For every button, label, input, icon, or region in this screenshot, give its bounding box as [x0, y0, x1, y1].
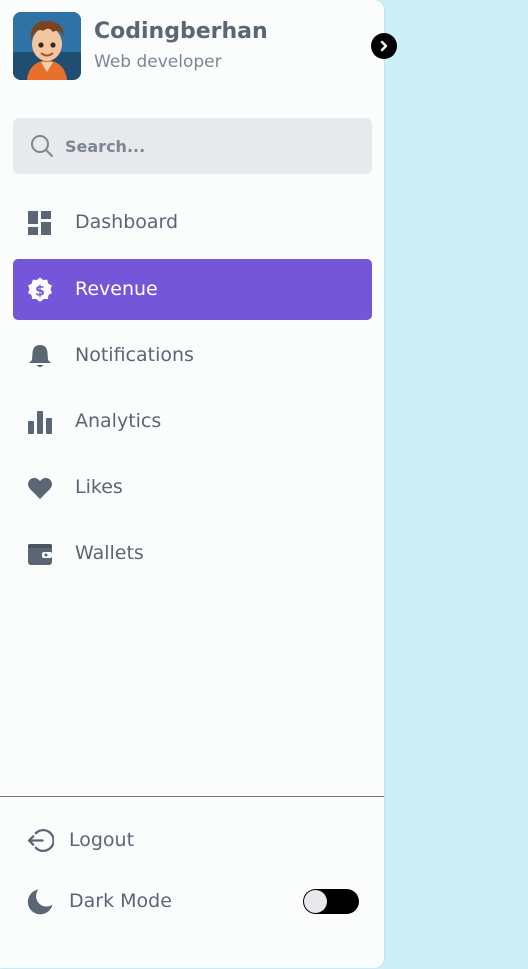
sidebar-item-notifications[interactable]: Notifications	[13, 325, 372, 386]
wallet-icon	[28, 544, 52, 565]
sidebar-item-wallets[interactable]: Wallets	[13, 523, 372, 584]
search-box	[13, 118, 372, 174]
bell-icon	[29, 345, 51, 367]
sidebar-item-label: Dashboard	[75, 211, 179, 233]
divider	[0, 796, 384, 797]
sidebar-item-label: Revenue	[75, 278, 158, 300]
sidebar-item-dashboard[interactable]: Dashboard	[13, 192, 372, 253]
sidebar-item-revenue[interactable]: $ Revenue	[13, 259, 372, 320]
heart-icon	[28, 477, 52, 499]
sidebar-item-label: Likes	[75, 476, 123, 498]
dashboard-icon	[28, 211, 51, 235]
sidebar-toggle-button[interactable]	[371, 33, 397, 59]
bar-chart-icon	[28, 411, 52, 434]
sidebar-item-label: Analytics	[75, 410, 162, 432]
sidebar-item-label: Notifications	[75, 344, 194, 366]
dark-mode-row: Dark Mode	[13, 876, 372, 926]
sidebar-item-label: Wallets	[75, 542, 144, 564]
profile-name: Codingberhan	[94, 19, 268, 44]
search-icon	[31, 135, 53, 157]
chevron-right-icon	[380, 40, 388, 52]
dollar-badge-icon: $	[28, 277, 52, 302]
sidebar-item-analytics[interactable]: Analytics	[13, 391, 372, 452]
moon-icon	[27, 889, 53, 915]
logout-label: Logout	[69, 829, 135, 851]
search-input[interactable]	[65, 118, 355, 174]
profile-role: Web developer	[94, 52, 222, 72]
dark-mode-label: Dark Mode	[69, 890, 172, 912]
logout-button[interactable]: Logout	[13, 815, 372, 865]
sidebar: Codingberhan Web developer Dashboard $ R…	[0, 0, 397, 968]
avatar	[13, 12, 81, 80]
logout-icon	[27, 828, 54, 853]
dark-mode-toggle-knob	[304, 890, 327, 913]
svg-text:$: $	[35, 284, 45, 300]
sidebar-item-likes[interactable]: Likes	[13, 457, 372, 518]
dark-mode-toggle[interactable]	[303, 889, 359, 914]
